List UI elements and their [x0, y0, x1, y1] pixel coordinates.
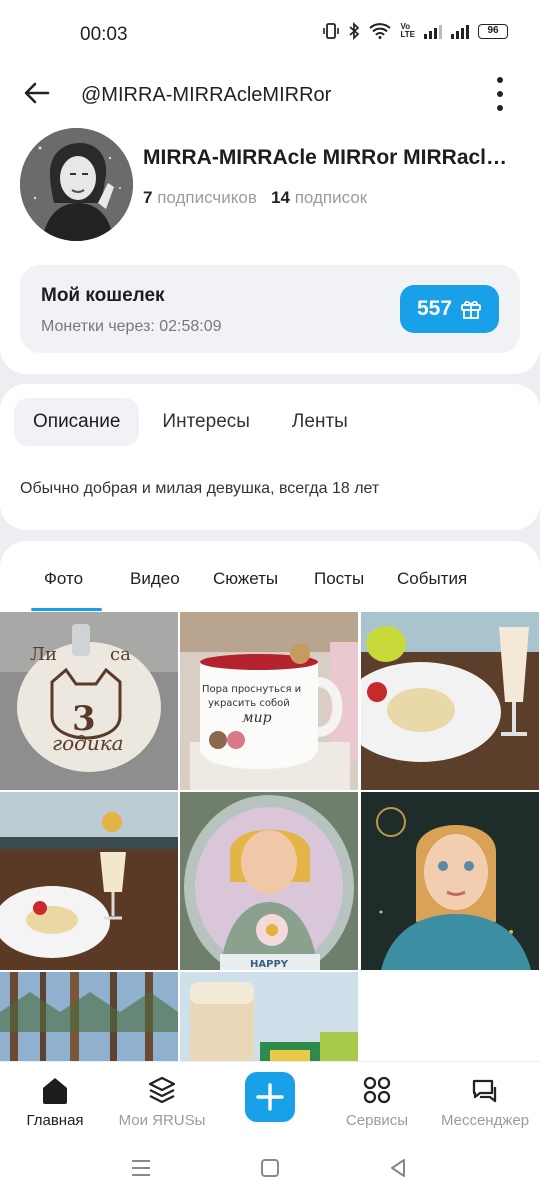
home-icon — [43, 1078, 67, 1104]
svg-text:Ли: Ли — [30, 644, 57, 665]
photo-mug[interactable]: Пора проснуться и украсить собой мир — [180, 612, 358, 790]
vibrate-icon — [323, 23, 340, 39]
status-bar: 00:03 Vo LTE 96 — [0, 0, 540, 66]
about-tabs: Описание Интересы Ленты — [14, 398, 371, 446]
back-system-icon[interactable] — [388, 1158, 408, 1178]
nav-messenger-label: Мессенджер — [440, 1112, 530, 1129]
tab-interests[interactable]: Интересы — [143, 398, 269, 446]
nav-my-yaruses-label: Мои ЯRUSы — [118, 1112, 206, 1129]
about-text: Обычно добрая и милая девушка, всегда 18… — [20, 480, 380, 497]
tab-photos[interactable]: Фото — [44, 569, 83, 589]
followers-count[interactable]: 7 — [143, 188, 152, 207]
back-arrow-icon[interactable] — [22, 78, 52, 108]
profile-header: @MIRRA-MIRRAcleMIRRor MIRRA-MIRRAcle MIR… — [0, 66, 540, 374]
coins-balance-button[interactable]: 557 — [400, 285, 499, 333]
signal-icon-2 — [451, 23, 469, 39]
add-button[interactable] — [245, 1072, 295, 1122]
tab-description[interactable]: Описание — [14, 398, 140, 446]
about-section: Описание Интересы Ленты Обычно добрая и … — [0, 384, 540, 530]
system-nav-bar — [0, 1144, 540, 1200]
media-tabs: Фото Видео Сюжеты Посты События — [0, 565, 540, 613]
recent-apps-icon[interactable] — [130, 1158, 152, 1178]
wifi-icon — [369, 23, 392, 39]
grid-icon — [363, 1076, 391, 1104]
svg-text:Пора проснуться и: Пора проснуться и — [202, 684, 301, 695]
profile-name: MIRRA-MIRRAcle MIRRor MIRRacle MIRRor — [143, 146, 515, 169]
tab-posts[interactable]: Посты — [314, 569, 364, 589]
wallet-title: Мой кошелек — [41, 285, 165, 306]
following-label[interactable]: подписок — [295, 188, 368, 207]
avatar[interactable] — [20, 128, 133, 241]
tab-feeds[interactable]: Ленты — [273, 398, 367, 446]
photo-pasta-window[interactable] — [0, 792, 178, 970]
wallet-card[interactable]: Мой кошелек Монетки через: 02:58:09 557 — [20, 265, 520, 353]
tab-videos[interactable]: Видео — [130, 569, 180, 589]
nav-my-yaruses[interactable]: Мои ЯRUSы — [107, 1072, 217, 1129]
more-menu-icon[interactable] — [494, 77, 506, 111]
photo-cake[interactable]: Ли са 3 годика — [0, 612, 178, 790]
signal-icon — [424, 23, 442, 39]
tab-stories[interactable]: Сюжеты — [213, 569, 278, 589]
status-time: 00:03 — [80, 24, 128, 45]
media-section: Фото Видео Сюжеты Посты События Ли са 3 … — [0, 541, 540, 1061]
active-tab-indicator — [31, 608, 102, 611]
photo-jar[interactable] — [180, 972, 358, 1061]
nav-home-label: Главная — [26, 1112, 84, 1129]
status-icons: Vo LTE 96 — [323, 22, 508, 40]
following-count[interactable]: 14 — [271, 188, 290, 207]
battery-icon: 96 — [478, 23, 508, 39]
svg-text:мир: мир — [242, 710, 272, 726]
volte-indicator: Vo LTE — [400, 22, 415, 39]
photo-pasta-table[interactable] — [361, 612, 539, 790]
wallet-timer: Монетки через: 02:58:09 — [41, 318, 222, 335]
profile-handle: @MIRRA-MIRRAcleMIRRor — [81, 84, 332, 106]
coins-balance: 557 — [416, 297, 453, 320]
home-system-icon[interactable] — [260, 1158, 280, 1178]
bottom-nav: Главная Мои ЯRUSы Сервисы Мессенджер — [0, 1062, 540, 1144]
nav-home[interactable]: Главная — [0, 1072, 110, 1129]
svg-text:годика: годика — [52, 731, 124, 755]
nav-services-label: Сервисы — [345, 1112, 409, 1129]
svg-text:украсить собой: украсить собой — [208, 698, 290, 709]
bluetooth-icon — [349, 22, 360, 40]
svg-text:HAPPY: HAPPY — [250, 959, 289, 970]
svg-text:са: са — [110, 644, 131, 665]
plus-icon — [256, 1083, 284, 1111]
nav-services[interactable]: Сервисы — [322, 1072, 432, 1129]
gift-icon — [461, 300, 481, 319]
tab-events[interactable]: События — [397, 569, 467, 589]
nav-messenger[interactable]: Мессенджер — [430, 1072, 540, 1129]
followers-label[interactable]: подписчиков — [157, 188, 257, 207]
photo-portrait-floral[interactable]: HAPPY — [180, 792, 358, 970]
photo-forest[interactable] — [0, 972, 178, 1061]
profile-stats: 7 подписчиков 14 подписок — [143, 188, 367, 208]
chat-icon — [472, 1079, 497, 1103]
layers-icon — [148, 1076, 176, 1104]
photo-portrait-zodiac[interactable] — [361, 792, 539, 970]
